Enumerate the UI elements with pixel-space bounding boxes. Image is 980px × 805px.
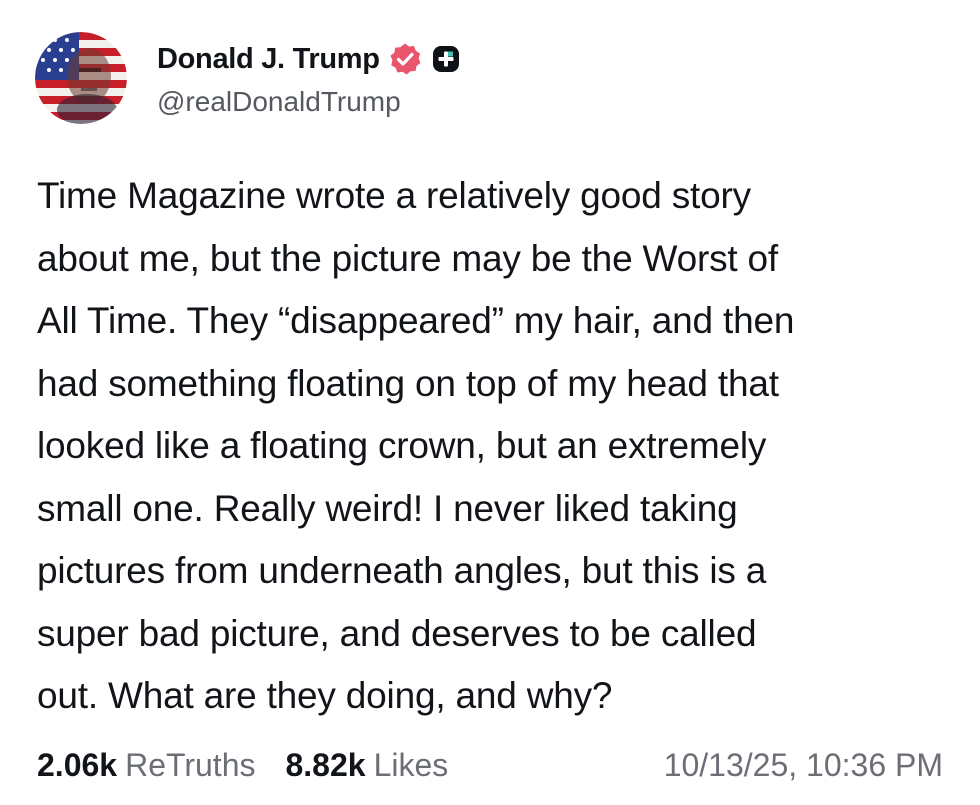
plus-badge-icon bbox=[432, 45, 460, 73]
likes-label: Likes bbox=[373, 746, 449, 783]
post-body-line: looked like a floating crown, but an ext… bbox=[37, 425, 767, 466]
post-footer: 2.06k ReTruths 8.82k Likes 10/13/25, 10:… bbox=[37, 742, 943, 788]
post-body-line: about me, but the picture may be the Wor… bbox=[37, 237, 778, 279]
post-body-line: out. What are they doing, and why? bbox=[37, 675, 613, 716]
post-body: Time Magazine wrote a relatively good st… bbox=[37, 165, 957, 728]
retruths-label: ReTruths bbox=[125, 746, 256, 783]
verified-badge-icon bbox=[388, 42, 422, 76]
author-identity: Donald J. Trump @realDonaldTrump bbox=[157, 38, 460, 118]
post-body-line: super bad picture, and deserves to be ca… bbox=[37, 612, 757, 654]
post-header: Donald J. Trump @realDonaldTrump bbox=[35, 32, 460, 124]
post-body-line: pictures from underneath angles, but thi… bbox=[37, 550, 767, 591]
truth-post: Donald J. Trump @realDonaldTrump Time Ma… bbox=[0, 0, 980, 805]
retruths-count: 2.06k bbox=[37, 746, 118, 783]
post-body-line: All Time. They “disappeared” my hair, an… bbox=[37, 300, 795, 341]
author-handle[interactable]: @realDonaldTrump bbox=[157, 86, 460, 118]
post-body-line: Time Magazine wrote a relatively good st… bbox=[37, 175, 751, 216]
author-display-name[interactable]: Donald J. Trump bbox=[157, 43, 380, 76]
name-row: Donald J. Trump bbox=[157, 38, 460, 80]
retruths-stat[interactable]: 2.06k ReTruths bbox=[37, 747, 255, 784]
post-body-line: had something floating on top of my head… bbox=[37, 362, 779, 404]
post-body-line: small one. Really weird! I never liked t… bbox=[37, 487, 738, 529]
likes-stat[interactable]: 8.82k Likes bbox=[285, 747, 448, 784]
post-timestamp[interactable]: 10/13/25, 10:36 PM bbox=[664, 747, 943, 784]
likes-count: 8.82k bbox=[285, 746, 366, 783]
avatar[interactable] bbox=[35, 32, 127, 124]
flag-portrait-avatar-icon bbox=[35, 32, 127, 124]
